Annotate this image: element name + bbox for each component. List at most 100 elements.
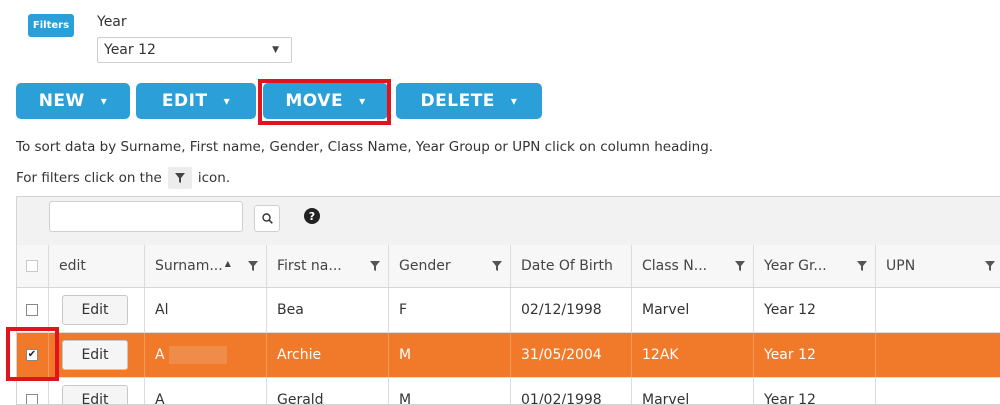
- filter-icon[interactable]: [492, 261, 502, 271]
- filter-icon[interactable]: [857, 261, 867, 271]
- cell-dob-text: 01/02/1998: [521, 392, 602, 405]
- select-all-checkbox-cell: [17, 245, 48, 287]
- table-row[interactable]: Edit A Gerald M 01/02/1998 Marvel Year 1…: [17, 378, 1000, 405]
- search-button[interactable]: [254, 205, 280, 232]
- row-edit-button[interactable]: Edit: [62, 295, 128, 325]
- cell-year-group-text: Year 12: [764, 347, 816, 363]
- cell-year-group: Year 12: [753, 378, 875, 405]
- year-filter-label: Year: [97, 14, 127, 30]
- cell-gender-text: M: [399, 347, 412, 363]
- filter-icon[interactable]: [735, 261, 745, 271]
- cell-year-group: Year 12: [753, 333, 875, 377]
- row-checkbox[interactable]: [26, 394, 38, 404]
- cell-year-group: Year 12: [753, 288, 875, 332]
- edit-cell: Edit: [48, 378, 144, 404]
- column-header-year-group-label: Year Gr...: [764, 258, 827, 274]
- cell-dob: 31/05/2004: [510, 333, 631, 377]
- cell-class-name-text: 12AK: [642, 347, 679, 363]
- cell-first-name: Gerald: [266, 378, 388, 405]
- filter-icon[interactable]: [248, 261, 258, 271]
- column-header-dob-label: Date Of Birth: [521, 258, 613, 274]
- sort-ascending-icon: ▲: [224, 258, 231, 268]
- cell-first-name-text: Bea: [277, 302, 304, 318]
- column-header-gender[interactable]: Gender: [388, 245, 510, 287]
- column-header-upn-label: UPN: [886, 258, 916, 274]
- edit-button[interactable]: EDIT ▾: [136, 83, 256, 119]
- cell-gender-text: M: [399, 392, 412, 405]
- row-checkbox-cell: [17, 378, 48, 404]
- row-edit-button[interactable]: Edit: [62, 340, 128, 370]
- column-header-surname-label: Surnam...: [155, 258, 223, 274]
- cell-class-name-text: Marvel: [642, 392, 690, 405]
- column-header-edit: edit: [48, 245, 144, 287]
- move-button-label: MOVE: [285, 91, 344, 111]
- sort-instructions: To sort data by Surname, First name, Gen…: [16, 139, 714, 155]
- cell-first-name-text: Gerald: [277, 392, 324, 405]
- table-row[interactable]: Edit Al Bea F 02/12/1998 Marvel Year 12: [17, 288, 1000, 333]
- filters-badge[interactable]: Filters: [28, 14, 74, 37]
- filter-instructions-prefix: For filters click on the: [16, 170, 162, 186]
- grid-search-bar: ?: [17, 197, 1000, 246]
- cell-first-name: Bea: [266, 288, 388, 332]
- row-edit-button[interactable]: Edit: [62, 385, 128, 404]
- column-header-year-group[interactable]: Year Gr...: [753, 245, 875, 287]
- edit-cell: Edit: [48, 288, 144, 332]
- cell-surname-text: A: [155, 392, 165, 405]
- column-header-surname[interactable]: Surnam... ▲: [144, 245, 266, 287]
- grid-header-row: edit Surnam... ▲ First na... Gender Date …: [17, 245, 1000, 288]
- cell-class-name: 12AK: [631, 333, 753, 377]
- filter-icon: [167, 167, 192, 189]
- cell-year-group-text: Year 12: [764, 302, 816, 318]
- cell-upn: [875, 378, 1000, 404]
- dropdown-icon: ▾: [359, 94, 366, 108]
- cell-first-name: Archie: [266, 333, 388, 377]
- dropdown-icon: ▾: [100, 94, 108, 108]
- cell-surname-text: A: [155, 347, 165, 363]
- cell-surname: A: [144, 378, 266, 405]
- filter-icon[interactable]: [985, 261, 995, 271]
- column-header-first-name-label: First na...: [277, 258, 342, 274]
- chevron-down-icon: ▼: [272, 45, 279, 55]
- filter-instructions-suffix: icon.: [197, 170, 231, 186]
- edit-button-label: EDIT: [161, 91, 208, 111]
- select-all-checkbox[interactable]: [26, 260, 38, 272]
- year-select-value: Year 12: [104, 42, 156, 58]
- students-grid: ? edit Surnam... ▲ First na... Gender Dat…: [16, 196, 1000, 405]
- cell-upn: [875, 288, 1000, 332]
- row-checkbox[interactable]: [26, 304, 38, 316]
- help-icon[interactable]: ?: [304, 208, 320, 224]
- cell-upn: [875, 333, 1000, 377]
- edit-cell: Edit: [48, 333, 144, 377]
- row-checkbox-cell: ✔: [17, 333, 48, 377]
- table-row-selected[interactable]: ✔ Edit A Archie M 31/05/2004 12AK Year 1…: [17, 333, 1000, 378]
- delete-button[interactable]: DELETE ▾: [396, 83, 542, 119]
- column-header-upn[interactable]: UPN: [875, 245, 1000, 287]
- delete-button-label: DELETE: [420, 91, 495, 111]
- new-button[interactable]: NEW ▾: [16, 83, 130, 119]
- cell-gender: M: [388, 333, 510, 377]
- dropdown-icon: ▾: [510, 94, 518, 108]
- cell-gender: F: [388, 288, 510, 332]
- cell-surname: Al: [144, 288, 266, 332]
- search-input[interactable]: [49, 201, 243, 232]
- cell-year-group-text: Year 12: [764, 392, 816, 405]
- column-header-class-name[interactable]: Class N...: [631, 245, 753, 287]
- new-button-label: NEW: [38, 91, 85, 111]
- search-icon: [261, 213, 273, 224]
- cell-dob: 02/12/1998: [510, 288, 631, 332]
- column-header-gender-label: Gender: [399, 258, 451, 274]
- column-header-edit-label: edit: [59, 258, 86, 274]
- move-button[interactable]: MOVE ▾: [263, 83, 388, 119]
- cell-class-name: Marvel: [631, 378, 753, 405]
- filter-icon[interactable]: [370, 261, 380, 271]
- year-select[interactable]: Year 12 ▼: [97, 37, 292, 63]
- cell-class-name: Marvel: [631, 288, 753, 332]
- column-header-class-name-label: Class N...: [642, 258, 708, 274]
- column-header-first-name[interactable]: First na...: [266, 245, 388, 287]
- filter-instructions: For filters click on the icon.: [16, 167, 230, 189]
- cell-surname-text: Al: [155, 302, 169, 318]
- cell-gender: M: [388, 378, 510, 405]
- column-header-dob[interactable]: Date Of Birth: [510, 245, 631, 287]
- redacted-block: [168, 346, 227, 364]
- row-checkbox-checked[interactable]: ✔: [26, 349, 38, 361]
